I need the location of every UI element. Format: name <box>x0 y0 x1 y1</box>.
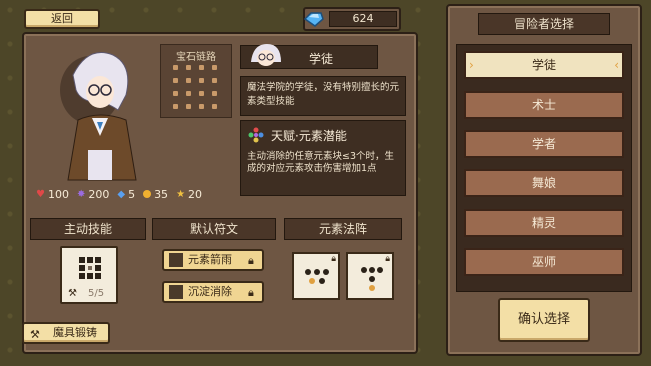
hammer-icon: ⚒ <box>30 328 40 341</box>
rune-icon <box>169 285 183 299</box>
chevron-left-icon: › <box>469 58 474 72</box>
class-option-label: 巫师 <box>531 255 556 269</box>
rune-button-arrow-rain[interactable]: 元素箭雨 🔒︎ <box>162 249 264 271</box>
class-option-label: 学者 <box>531 137 556 151</box>
element-array-card-2[interactable]: 🔒︎ <box>346 252 394 300</box>
lock-icon: 🔒︎ <box>385 254 390 264</box>
class-option-label: 精灵 <box>531 216 556 230</box>
character-portrait <box>48 40 158 190</box>
class-option-label: 舞娘 <box>531 176 556 190</box>
array-pattern-icon <box>304 268 330 291</box>
selection-title: 冒险者选择 <box>478 13 610 35</box>
lock-icon: 🔒︎ <box>248 286 254 299</box>
currency-display: 624 <box>303 7 401 31</box>
class-description: 魔法学院的学徒，没有特别擅长的元素类型技能 <box>247 82 400 107</box>
class-name: 学徒 <box>309 52 334 66</box>
forge-label: 魔具锻铸 <box>53 326 97 339</box>
gem-path-box: 宝石链路 <box>160 44 232 118</box>
class-option-label: 学徒 <box>531 58 556 72</box>
gem-path-grid <box>173 65 219 111</box>
description-box: 魔法学院的学徒，没有特别擅长的元素类型技能 <box>240 76 406 116</box>
gem-icon <box>303 11 325 27</box>
class-option-label: 术士 <box>531 98 556 112</box>
talent-title: 天赋·元素潜能 <box>271 129 347 143</box>
stat-mana: ✸ 200 <box>76 187 110 201</box>
confirm-button[interactable]: 确认选择 <box>498 298 590 342</box>
tab-default-rune[interactable]: 默认符文 <box>152 218 276 240</box>
stat-gold: 35 <box>143 188 168 201</box>
talent-icon <box>248 127 264 143</box>
tab-active-skill[interactable]: 主动技能 <box>30 218 146 240</box>
class-option[interactable]: 学者 <box>464 130 624 158</box>
gem-path-label: 宝石链路 <box>176 52 216 63</box>
class-option[interactable]: 术士 <box>464 91 624 119</box>
array-pattern-icon <box>360 266 384 295</box>
skill-uses: 5/5 <box>88 288 105 299</box>
element-array-card-1[interactable]: 🔒︎ <box>292 252 340 300</box>
heart-icon: ♥ <box>36 188 45 200</box>
star-icon: ★ <box>176 188 186 200</box>
talent-box: 天赋·元素潜能 主动消除的任意元素块≤3个时，生成的对应元素攻击伤害增加1点 <box>240 120 406 196</box>
class-option[interactable]: 学徒 › ‹ <box>464 51 624 79</box>
forge-button[interactable]: ⚒ 魔具锻铸 <box>22 322 110 344</box>
talent-description: 主动消除的任意元素块≤3个时，生成的对应元素攻击伤害增加1点 <box>247 151 395 174</box>
class-option[interactable]: 精灵 <box>464 209 624 237</box>
stat-hp: ♥ 100 <box>36 187 69 201</box>
avatar <box>247 42 285 68</box>
rune-button-sediment-clear[interactable]: 沉淀消除 🔒︎ <box>162 281 264 303</box>
tools-icon: ⚒ <box>68 288 77 299</box>
tab-element-array[interactable]: 元素法阵 <box>284 218 402 240</box>
mana-icon: ✸ <box>76 188 86 200</box>
lock-icon: 🔒︎ <box>331 254 336 264</box>
rune-label: 元素箭雨 <box>188 253 232 266</box>
lock-icon: 🔒︎ <box>248 254 254 267</box>
rune-label: 沉淀消除 <box>188 285 232 298</box>
rune-icon <box>169 253 183 267</box>
coin-icon <box>143 190 152 198</box>
stats-row: ♥ 100 ✸ 200 ◆ 5 35 ★ 20 <box>36 186 236 202</box>
class-name-box: 学徒 <box>240 42 378 69</box>
stat-shield: ◆ 5 <box>117 187 136 201</box>
currency-value: 624 <box>329 11 397 27</box>
class-option[interactable]: 舞娘 <box>464 169 624 197</box>
skill-icon <box>76 254 104 282</box>
stat-star: ★ 20 <box>176 187 203 201</box>
chevron-right-icon: ‹ <box>614 58 619 72</box>
shield-icon: ◆ <box>117 188 126 200</box>
active-skill-card[interactable]: ⚒ 5/5 <box>60 246 118 304</box>
back-button[interactable]: 返回 <box>24 9 100 29</box>
class-option[interactable]: 巫师 <box>464 248 624 276</box>
